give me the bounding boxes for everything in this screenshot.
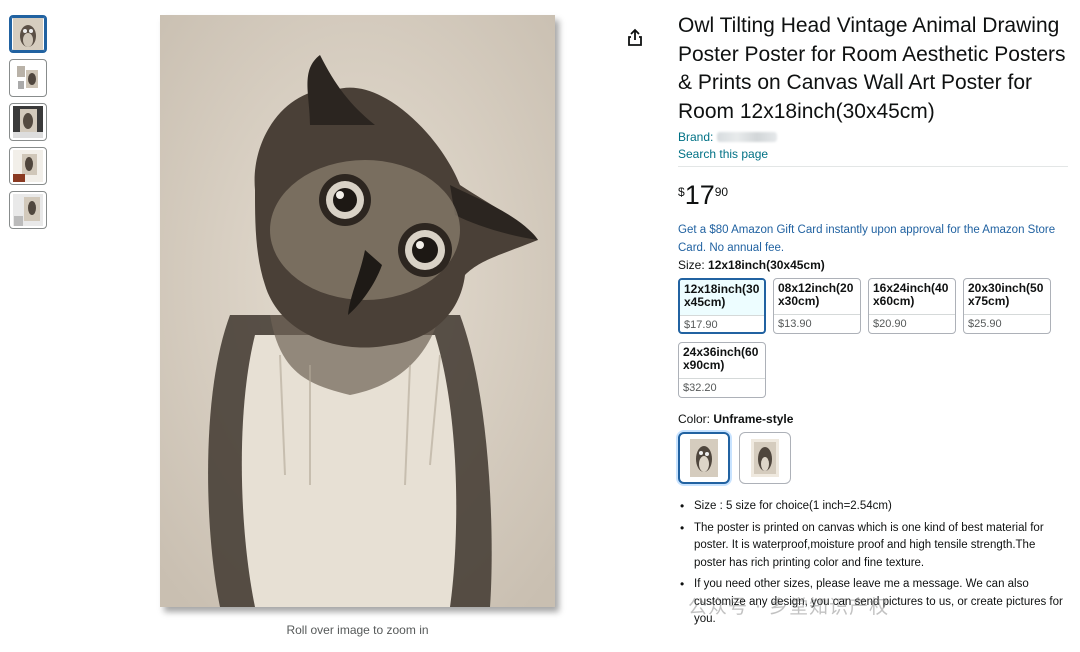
divider [678, 166, 1068, 167]
size-option-24x36[interactable]: 24x36inch(60x90cm) $32.20 [678, 342, 766, 398]
main-product-image[interactable] [160, 15, 555, 607]
bullet-item: Size : 5 size for choice(1 inch=2.54cm) [680, 498, 1070, 516]
color-swatch-unframe[interactable] [678, 432, 730, 484]
feature-bullets: Size : 5 size for choice(1 inch=2.54cm) … [678, 498, 1070, 629]
thumbnail-strip [9, 15, 49, 235]
size-option-16x24[interactable]: 16x24inch(40x60cm) $20.90 [868, 278, 956, 334]
bullet-item: The poster is printed on canvas which is… [680, 520, 1070, 573]
price-whole: 17 [684, 180, 715, 210]
size-options: 12x18inch(30x45cm) $17.90 08x12inch(20x3… [678, 278, 1070, 406]
size-option-price: $13.90 [774, 314, 860, 333]
size-label-text: Size: [678, 258, 705, 272]
size-option-name: 16x24inch(40x60cm) [873, 281, 949, 308]
size-option-name: 12x18inch(30x45cm) [680, 280, 764, 315]
size-option-price: $17.90 [680, 315, 764, 332]
size-selected-value: 12x18inch(30x45cm) [708, 258, 825, 272]
bullet-item: If you need other sizes, please leave me… [680, 576, 1070, 629]
thumbnail-2[interactable] [9, 59, 47, 97]
color-label-text: Color: [678, 412, 711, 426]
price-fraction: 90 [714, 185, 729, 199]
brand-name-redacted[interactable] [717, 132, 778, 142]
size-option-price: $20.90 [869, 314, 955, 333]
size-option-08x12[interactable]: 08x12inch(20x30cm) $13.90 [773, 278, 861, 334]
size-option-price: $25.90 [964, 314, 1050, 333]
size-option-price: $32.20 [679, 378, 765, 397]
search-this-page-link[interactable]: Search this page [678, 147, 768, 161]
size-option-name: 24x36inch(60x90cm) [683, 345, 759, 372]
price: $ 17 90 [678, 181, 1070, 209]
share-icon[interactable] [624, 27, 646, 49]
thumbnail-3[interactable] [9, 103, 47, 141]
color-selected-value: Unframe-style [713, 412, 794, 426]
zoom-hint: Roll over image to zoom in [286, 623, 429, 637]
brand-line: Brand: [678, 130, 1070, 144]
price-symbol: $ [678, 185, 685, 199]
thumbnail-1[interactable] [9, 15, 47, 53]
color-swatch-framed[interactable] [739, 432, 791, 484]
size-option-name: 08x12inch(20x30cm) [778, 281, 854, 308]
size-option-20x30[interactable]: 20x30inch(50x75cm) $25.90 [963, 278, 1051, 334]
product-title: Owl Tilting Head Vintage Animal Drawing … [678, 14, 1066, 123]
size-option-12x18[interactable]: 12x18inch(30x45cm) $17.90 [678, 278, 766, 334]
brand-label: Brand: [678, 130, 714, 144]
size-label: Size: 12x18inch(30x45cm) [678, 258, 1070, 272]
product-info: Owl Tilting Head Vintage Animal Drawing … [678, 12, 1070, 633]
thumbnail-4[interactable] [9, 147, 47, 185]
size-option-name: 20x30inch(50x75cm) [968, 281, 1044, 308]
color-swatches [678, 432, 1070, 484]
color-label: Color: Unframe-style [678, 412, 1070, 426]
gift-card-promo-link[interactable]: Get a $80 Amazon Gift Card instantly upo… [678, 221, 1070, 257]
thumbnail-5[interactable] [9, 191, 47, 229]
